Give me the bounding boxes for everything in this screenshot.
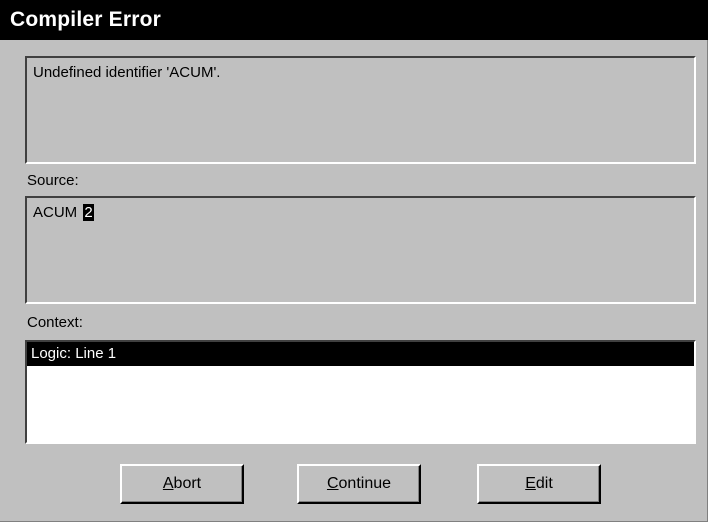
- edit-button[interactable]: Edit: [477, 464, 601, 504]
- continue-button[interactable]: Continue: [297, 464, 421, 504]
- edit-mnemonic: E: [525, 475, 536, 492]
- source-code: ACUM: [33, 204, 82, 221]
- source-label: Source:: [27, 172, 79, 189]
- compiler-error-dialog: Compiler Error Undefined identifier 'ACU…: [0, 0, 708, 522]
- continue-mnemonic: C: [326, 475, 339, 492]
- abort-button[interactable]: Abort: [120, 464, 244, 504]
- error-position-highlight: 2: [83, 204, 94, 221]
- edit-label: dit: [535, 475, 553, 492]
- source-text: ACUM 2: [33, 204, 94, 222]
- context-label: Context:: [27, 314, 83, 331]
- abort-label: bort: [173, 475, 202, 492]
- dialog-title: Compiler Error: [10, 8, 161, 31]
- context-list-item[interactable]: Logic: Line 1: [27, 342, 694, 366]
- context-list-item-label: Logic: Line 1: [31, 345, 117, 362]
- error-message-text: Undefined identifier 'ACUM'.: [33, 64, 221, 81]
- error-message-box: Undefined identifier 'ACUM'.: [25, 56, 696, 164]
- continue-label: ontinue: [338, 475, 392, 492]
- source-box: ACUM 2: [25, 196, 696, 304]
- title-bar[interactable]: Compiler Error: [0, 0, 708, 40]
- context-list[interactable]: Logic: Line 1: [25, 340, 696, 444]
- abort-mnemonic: A: [162, 475, 174, 492]
